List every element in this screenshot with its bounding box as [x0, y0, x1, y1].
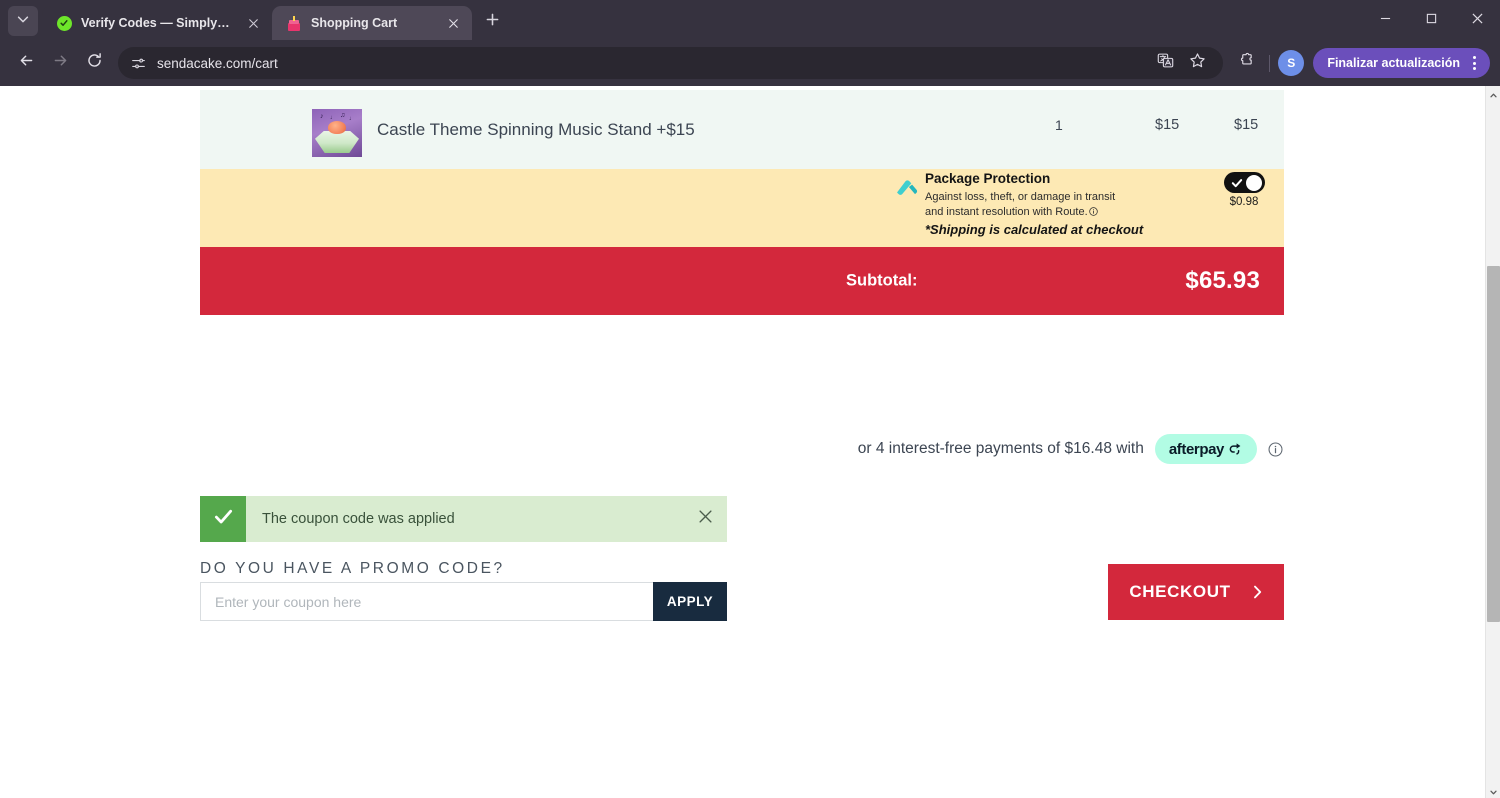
tab-close-button[interactable] [244, 14, 262, 32]
shipping-note: *Shipping is calculated at checkout [925, 222, 1144, 237]
close-icon [698, 510, 712, 528]
afterpay-badge[interactable]: afterpay [1154, 434, 1257, 464]
subtotal-value: $65.93 [1185, 267, 1260, 294]
window-minimize-button[interactable] [1362, 0, 1408, 40]
subtotal-bar: Subtotal: $65.93 [200, 247, 1284, 315]
product-unit-price: $15 [1155, 117, 1180, 133]
plus-icon [486, 13, 499, 31]
info-icon[interactable] [1088, 206, 1098, 221]
product-thumbnail[interactable]: ♪ ♩ ♫ ♩ [312, 109, 362, 157]
simplycodes-favicon-icon [56, 15, 72, 31]
url-text: sendacake.com/cart [157, 55, 278, 71]
forward-arrow-icon [52, 52, 69, 74]
kebab-menu-icon[interactable] [1464, 52, 1484, 74]
back-button[interactable] [10, 47, 42, 79]
product-name[interactable]: Castle Theme Spinning Music Stand +$15 [377, 120, 695, 140]
tab-strip: Verify Codes — SimplyCodes Shopping Cart [0, 0, 1500, 40]
scroll-up-button[interactable] [1486, 86, 1500, 101]
check-icon [1231, 176, 1243, 188]
page-scrollbar[interactable] [1485, 86, 1500, 798]
star-icon [1189, 52, 1206, 74]
translate-icon [1157, 52, 1174, 74]
cart-summary-container: ♪ ♩ ♫ ♩ Castle Theme Spinning Music Stan… [200, 90, 1284, 315]
package-protection-description: Against loss, theft, or damage in transi… [925, 190, 1255, 220]
translate-button[interactable] [1151, 49, 1179, 77]
tab-close-button[interactable] [444, 14, 462, 32]
alert-close-button[interactable] [683, 496, 727, 542]
package-protection-toggle[interactable] [1223, 172, 1265, 193]
protection-desc-line1: Against loss, theft, or damage in transi… [925, 191, 1116, 203]
package-protection-row: Package Protection Against loss, theft, … [200, 169, 1284, 247]
chevron-down-icon [1490, 782, 1497, 798]
coupon-input[interactable] [200, 582, 653, 621]
browser-window: Verify Codes — SimplyCodes Shopping Cart [0, 0, 1500, 798]
coupon-success-message: The coupon code was applied [262, 511, 455, 527]
checkout-label: CHECKOUT [1129, 582, 1231, 601]
chevron-down-icon [16, 12, 30, 31]
site-settings-icon[interactable] [130, 55, 147, 72]
promo-code-form: APPLY [200, 582, 727, 621]
bookmark-button[interactable] [1183, 49, 1211, 77]
tab-title: Verify Codes — SimplyCodes [81, 16, 235, 30]
tab-verify-codes[interactable]: Verify Codes — SimplyCodes [42, 6, 272, 40]
browser-toolbar: sendacake.com/cart S Finalizar actualiza… [0, 40, 1500, 86]
product-line-total: $15 [1234, 117, 1259, 133]
finish-update-label: Finalizar actualización [1327, 56, 1460, 70]
afterpay-row: or 4 interest-free payments of $16.48 wi… [200, 434, 1284, 464]
extensions-button[interactable] [1231, 48, 1261, 78]
window-close-button[interactable] [1454, 0, 1500, 40]
promo-code-heading: DO YOU HAVE A PROMO CODE? [200, 560, 505, 577]
checkout-button[interactable]: CHECKOUT [1108, 564, 1284, 620]
new-tab-button[interactable] [478, 8, 506, 36]
maximize-icon [1426, 11, 1437, 29]
window-maximize-button[interactable] [1408, 0, 1454, 40]
subtotal-label: Subtotal: [846, 271, 918, 290]
package-protection-price: $0.98 [1229, 196, 1259, 208]
tab-shopping-cart[interactable]: Shopping Cart [272, 6, 472, 40]
tab-title: Shopping Cart [311, 16, 398, 30]
afterpay-wordmark: afterpay [1168, 440, 1225, 458]
cake-favicon-icon [286, 15, 302, 31]
apply-coupon-button[interactable]: APPLY [653, 582, 727, 621]
toggle-knob [1246, 174, 1262, 191]
reload-button[interactable] [78, 47, 110, 79]
alert-check-badge [200, 496, 246, 542]
route-logo-icon [895, 178, 919, 196]
profile-avatar[interactable]: S [1278, 50, 1305, 76]
minimize-icon [1380, 11, 1391, 29]
cart-line-item: ♪ ♩ ♫ ♩ Castle Theme Spinning Music Stan… [200, 90, 1284, 169]
package-protection-title: Package Protection [925, 171, 1051, 186]
toolbar-divider [1269, 54, 1271, 72]
address-bar[interactable]: sendacake.com/cart [118, 47, 1224, 79]
protection-desc-line2: and instant resolution with Route. [925, 205, 1088, 218]
puzzle-icon [1238, 52, 1255, 74]
scrollbar-thumb[interactable] [1487, 266, 1500, 622]
afterpay-logo-icon [1227, 441, 1243, 457]
product-quantity: 1 [1055, 117, 1063, 133]
page-viewport: ♪ ♩ ♫ ♩ Castle Theme Spinning Music Stan… [0, 86, 1500, 798]
forward-button[interactable] [44, 47, 76, 79]
chevron-up-icon [1490, 86, 1497, 103]
chevron-right-icon [1253, 585, 1263, 599]
window-controls [1362, 0, 1500, 40]
package-protection-toggle-group: $0.98 [1221, 172, 1267, 208]
finish-update-button[interactable]: Finalizar actualización [1313, 48, 1490, 78]
toolbar-right-actions: S Finalizar actualización [1231, 48, 1490, 78]
window-close-icon [1471, 11, 1483, 29]
back-arrow-icon [18, 52, 35, 74]
reload-icon [86, 52, 103, 74]
coupon-success-alert: The coupon code was applied [200, 496, 727, 542]
scroll-down-button[interactable] [1486, 783, 1500, 798]
cart-page: ♪ ♩ ♫ ♩ Castle Theme Spinning Music Stan… [0, 86, 1488, 798]
package-protection-text: Package Protection Against loss, theft, … [925, 170, 1255, 238]
afterpay-info-icon[interactable] [1268, 442, 1283, 457]
afterpay-text: or 4 interest-free payments of $16.48 wi… [857, 440, 1144, 457]
check-icon [213, 506, 234, 532]
tab-search-button[interactable] [8, 6, 38, 36]
